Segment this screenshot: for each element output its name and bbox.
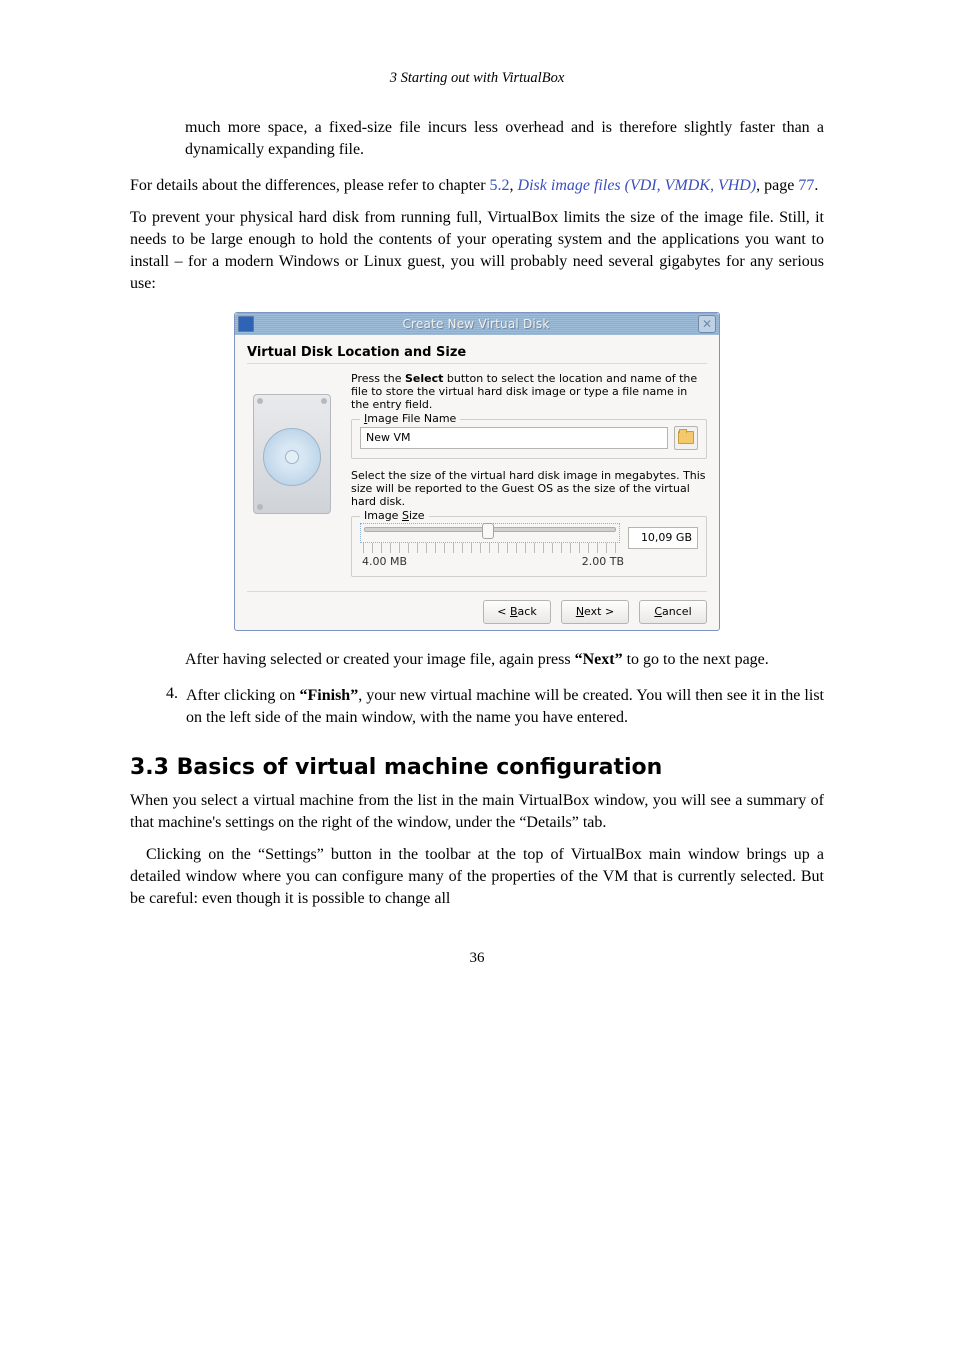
text-bold: Select: [405, 372, 443, 385]
app-icon: [238, 316, 254, 332]
text: For details about the differences, pleas…: [130, 177, 490, 194]
para-details: For details about the differences, pleas…: [130, 175, 824, 197]
browse-button[interactable]: [674, 426, 698, 450]
min-label: 4.00 MB: [362, 555, 407, 568]
lead-block: much more space, a fixed-size file incur…: [185, 117, 824, 161]
wizard-step-title: Virtual Disk Location and Size: [247, 345, 707, 360]
size-slider[interactable]: [360, 523, 620, 543]
titlebar: Create New Virtual Disk ✕: [235, 313, 719, 335]
file-name-input[interactable]: [360, 427, 668, 449]
list-item-4: After clicking on “Finish”, your new vir…: [186, 685, 824, 729]
hard-disk-illustration: [251, 380, 333, 520]
ref-title-link[interactable]: Disk image files (VDI, VMDK, VHD): [518, 177, 757, 194]
text-bold: “Finish”: [300, 687, 359, 704]
list-number-4: 4.: [156, 685, 178, 729]
text: After having selected or created your im…: [185, 651, 575, 668]
next-button[interactable]: Next >: [561, 600, 629, 624]
running-head: 3 Starting out with VirtualBox: [130, 70, 824, 87]
legend-file-name: IImage File Namemage File Name: [360, 412, 460, 425]
fieldset-image-file-name: IImage File Namemage File Name: [351, 419, 707, 459]
instruction-1: Press the Select button to select the lo…: [351, 372, 707, 411]
text: Press the: [351, 372, 405, 385]
page-ref-link[interactable]: 77: [798, 177, 814, 194]
chapter-ref-link[interactable]: 5.2: [490, 177, 510, 194]
back-button[interactable]: < Back: [483, 600, 551, 624]
legend-image-size: Image Size: [360, 509, 429, 522]
para-after-image: After having selected or created your im…: [185, 649, 824, 671]
size-readout[interactable]: [628, 527, 698, 549]
page-number: 36: [130, 950, 824, 967]
cancel-button[interactable]: Cancel: [639, 600, 707, 624]
text-bold: “Next”: [575, 651, 623, 668]
text: to go to the next page.: [623, 651, 769, 668]
side-graphic: [247, 372, 339, 587]
section-heading: 3.3 Basics of virtual machine configurat…: [130, 755, 824, 780]
text: ,: [510, 177, 518, 194]
fieldset-image-size: Image Size 4.: [351, 516, 707, 577]
folder-icon: [678, 431, 694, 444]
close-icon[interactable]: ✕: [698, 315, 716, 333]
instruction-2: Select the size of the virtual hard disk…: [351, 469, 707, 508]
wizard-dialog: Create New Virtual Disk ✕ Virtual Disk L…: [234, 312, 720, 631]
max-label: 2.00 TB: [582, 555, 624, 568]
slider-thumb[interactable]: [482, 523, 494, 539]
sec-para-1: When you select a virtual machine from t…: [130, 790, 824, 834]
sec-para-2: Clicking on the “Settings” button in the…: [130, 844, 824, 910]
para-prevent: To prevent your physical hard disk from …: [130, 207, 824, 295]
text: After clicking on: [186, 687, 300, 704]
text: .: [814, 177, 818, 194]
divider: [247, 363, 707, 364]
slider-ticks: [363, 543, 617, 553]
text: , page: [756, 177, 798, 194]
dialog-title: Create New Virtual Disk: [254, 317, 698, 331]
